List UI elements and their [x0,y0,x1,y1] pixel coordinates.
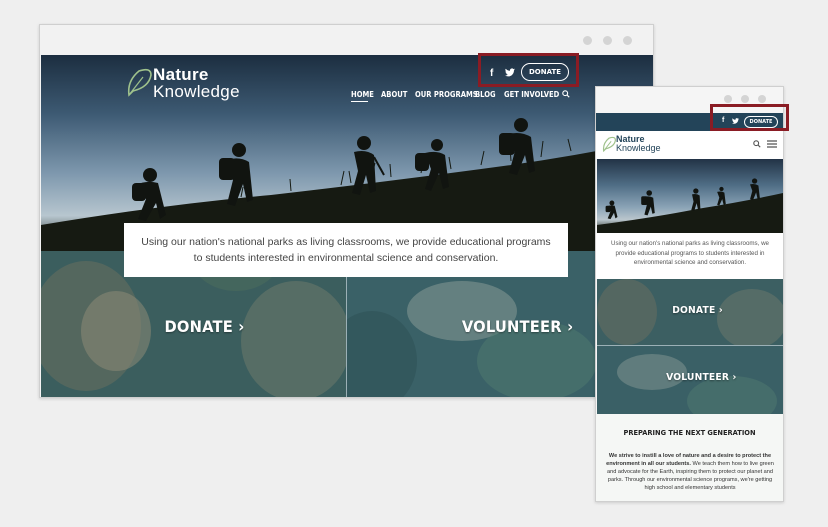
section-body: We strive to instill a love of nature an… [604,452,776,492]
mobile-intro-block: Using our nation's national parks as liv… [596,233,783,279]
leaf-logo-icon [127,68,152,97]
mobile-hero-image [597,159,783,233]
mobile-volunteer-tile[interactable]: VOLUNTEER › [597,346,783,414]
mobile-intro-text: Using our nation's national parks as liv… [610,240,769,266]
mobile-social-donate-highlight [710,104,789,131]
nav-home[interactable]: HOME [351,90,374,99]
nav-about[interactable]: ABOUT [381,90,407,99]
window-dot [603,36,612,45]
logo-line2: Knowledge [153,82,240,101]
mobile-browser-window: f DONATE Nature Knowledge Using our nati… [595,86,784,502]
donate-cta[interactable]: DONATE › [164,317,244,336]
mobile-volunteer-cta[interactable]: VOLUNTEER › [666,372,736,383]
search-icon[interactable] [562,90,570,98]
section-heading: PREPARING THE NEXT GENERATION [623,428,756,437]
social-donate-highlight [478,53,579,87]
mobile-donate-cta[interactable]: DONATE › [672,305,723,316]
logo-line2[interactable]: Knowledge [616,143,661,153]
intro-text: Using our nation's national parks as liv… [124,223,568,277]
window-dot [623,36,632,45]
hikers-silhouette-image [597,178,783,233]
search-icon[interactable] [753,140,761,148]
nav-get-involved[interactable]: GET INVOLVED [504,90,559,99]
window-dot [724,95,732,103]
hamburger-menu-icon[interactable] [767,140,777,148]
mobile-next-gen-section: PREPARING THE NEXT GENERATION We strive … [596,414,783,501]
volunteer-cta[interactable]: VOLUNTEER › [462,317,573,336]
window-dot [758,95,766,103]
window-dot [583,36,592,45]
browser-chrome [40,25,653,55]
nav-our-programs[interactable]: OUR PROGRAMS [415,90,478,99]
mobile-donate-tile[interactable]: DONATE › [597,279,783,345]
mobile-header: Nature Knowledge [596,131,783,157]
nav-active-indicator [351,101,368,102]
window-dot [741,95,749,103]
nav-blog[interactable]: BLOG [475,90,496,99]
leaf-logo-icon [602,136,616,152]
